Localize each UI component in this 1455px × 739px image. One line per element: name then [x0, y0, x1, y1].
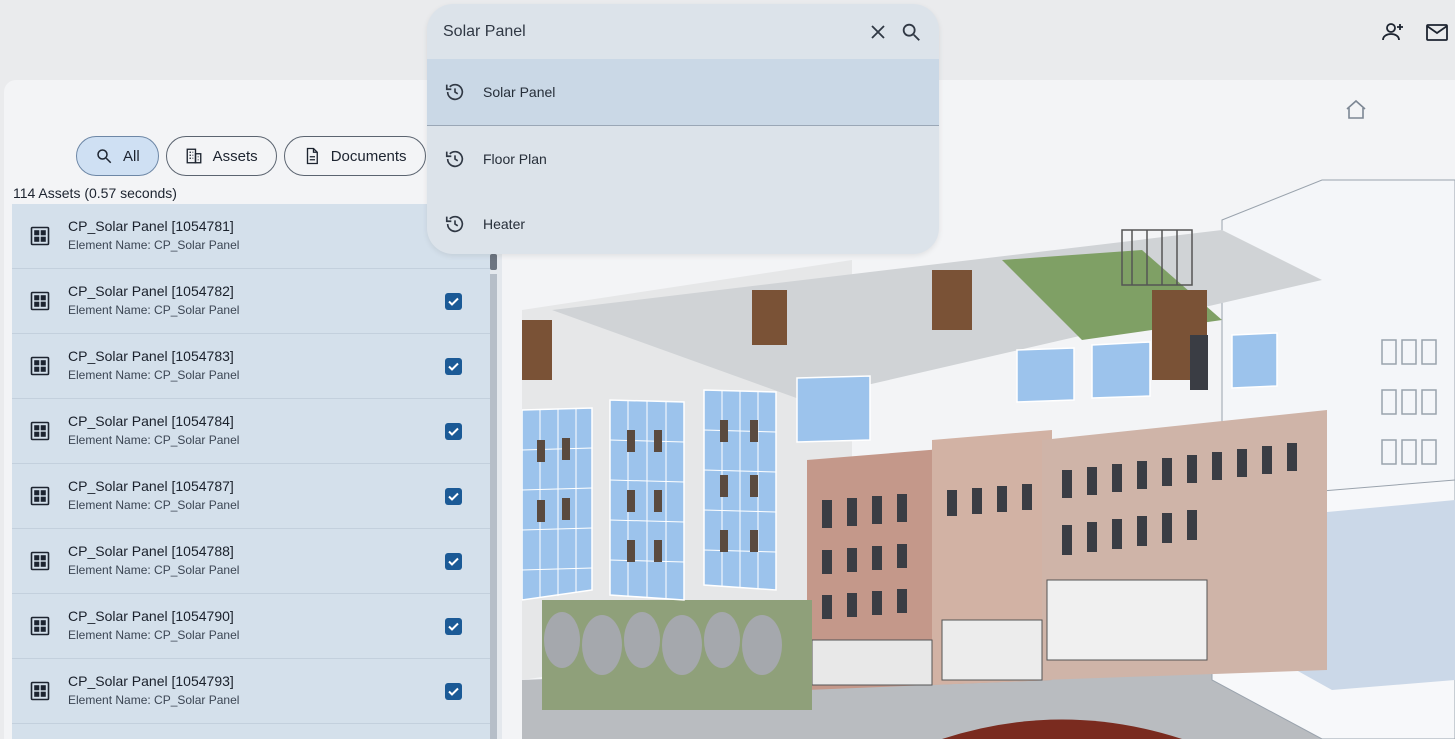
list-item[interactable]: CP_Solar Panel [1054784] Element Name: C…	[12, 399, 490, 464]
asset-grid-icon	[30, 616, 50, 636]
history-icon	[445, 83, 464, 101]
filter-chip-all[interactable]: All	[76, 136, 159, 176]
check-icon	[448, 492, 459, 501]
list-item-title: CP_Solar Panel [1054787]	[68, 478, 234, 494]
asset-grid-icon	[30, 551, 50, 571]
check-icon	[448, 427, 459, 436]
filter-chips: All Assets Documents	[76, 136, 426, 176]
close-icon[interactable]	[868, 22, 888, 42]
search-input[interactable]	[443, 18, 863, 46]
list-item-title: CP_Solar Panel [1054790]	[68, 608, 234, 624]
checkbox[interactable]	[445, 618, 462, 635]
list-item[interactable]: CP_Solar Panel [1054790] Element Name: C…	[12, 594, 490, 659]
search-icon	[97, 149, 112, 164]
check-icon	[448, 557, 459, 566]
list-item-title: CP_Solar Panel [1054788]	[68, 543, 234, 559]
list-item-title: CP_Solar Panel [1054782]	[68, 283, 234, 299]
checkbox[interactable]	[445, 358, 462, 375]
list-item-title: CP_Solar Panel [1054781]	[68, 218, 234, 234]
asset-grid-icon	[30, 291, 50, 311]
history-icon	[445, 215, 464, 232]
list-item-subtitle: Element Name: CP_Solar Panel	[68, 563, 240, 577]
list-item-subtitle: Element Name: CP_Solar Panel	[68, 368, 240, 382]
list-item[interactable]: CP_Solar Panel [1054793] Element Name: C…	[12, 659, 490, 724]
history-icon	[445, 150, 464, 167]
list-item-subtitle: Element Name: CP_Solar Panel	[68, 693, 240, 707]
search-bar	[427, 4, 939, 59]
home-icon[interactable]	[1344, 98, 1368, 122]
filter-chip-label: Assets	[212, 147, 258, 165]
check-icon	[448, 687, 459, 696]
asset-grid-icon	[30, 226, 50, 246]
document-icon	[306, 147, 318, 165]
filter-chip-documents[interactable]: Documents	[283, 136, 426, 176]
filter-chip-label: All	[123, 147, 140, 165]
list-item-subtitle: Element Name: CP_Solar Panel	[68, 433, 240, 447]
suggestion-label: Floor Plan	[483, 150, 547, 167]
results-scrollbar[interactable]	[490, 204, 502, 739]
suggestion-label: Heater	[483, 215, 526, 232]
checkbox[interactable]	[445, 423, 462, 440]
checkbox[interactable]	[445, 553, 462, 570]
check-icon	[448, 622, 459, 631]
checkbox[interactable]	[445, 683, 462, 700]
list-item-title: CP_Solar Panel [1054783]	[68, 348, 234, 364]
filter-chip-assets[interactable]: Assets	[165, 136, 277, 176]
building-icon	[186, 148, 202, 164]
check-icon	[448, 297, 459, 306]
scrollbar-track[interactable]	[490, 274, 497, 739]
suggestion-item[interactable]: Floor Plan	[427, 126, 939, 191]
list-item[interactable]: CP_Solar Panel [1054783] Element Name: C…	[12, 334, 490, 399]
list-item-subtitle: Element Name: CP_Solar Panel	[68, 238, 240, 252]
asset-grid-icon	[30, 421, 50, 441]
add-user-icon[interactable]	[1379, 18, 1407, 46]
list-item[interactable]: CP_Solar Panel [1054782] Element Name: C…	[12, 269, 490, 334]
list-item-title: CP_Solar Panel [1054793]	[68, 673, 234, 689]
list-item[interactable]: CP_Solar Panel [1054788] Element Name: C…	[12, 529, 490, 594]
check-icon	[448, 362, 459, 371]
list-item[interactable]: CP_Solar Panel [1054781] Element Name: C…	[12, 204, 490, 269]
asset-grid-icon	[30, 681, 50, 701]
asset-grid-icon	[30, 356, 50, 376]
search-icon[interactable]	[900, 21, 922, 43]
result-count: 114 Assets (0.57 seconds)	[13, 185, 177, 201]
list-item[interactable]: CP_Solar Panel [1054787] Element Name: C…	[12, 464, 490, 529]
suggestion-item[interactable]: Heater	[427, 191, 939, 254]
list-item-subtitle: Element Name: CP_Solar Panel	[68, 303, 240, 317]
mail-icon[interactable]	[1423, 18, 1451, 46]
asset-grid-icon	[30, 486, 50, 506]
checkbox[interactable]	[445, 293, 462, 310]
filter-chip-label: Documents	[330, 147, 407, 165]
list-item-subtitle: Element Name: CP_Solar Panel	[68, 498, 240, 512]
scrollbar-thumb[interactable]	[490, 254, 497, 270]
list-item-title: CP_Solar Panel [1054784]	[68, 413, 234, 429]
checkbox[interactable]	[445, 488, 462, 505]
results-list: CP_Solar Panel [1054781] Element Name: C…	[12, 204, 490, 739]
search-dropdown: Solar Panel Floor Plan Heater	[427, 4, 939, 254]
suggestion-item[interactable]: Solar Panel	[427, 59, 939, 126]
list-item-subtitle: Element Name: CP_Solar Panel	[68, 628, 240, 642]
suggestion-label: Solar Panel	[483, 84, 556, 100]
